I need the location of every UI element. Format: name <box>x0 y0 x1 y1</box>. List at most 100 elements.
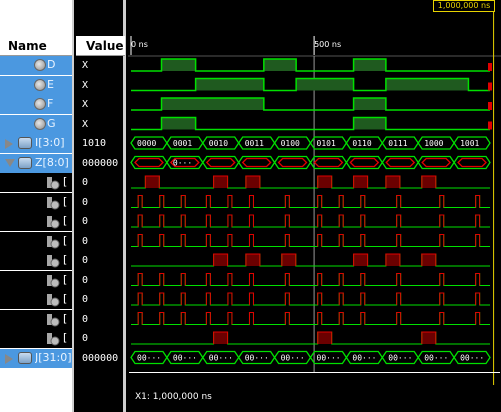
pulse-fill <box>421 176 436 188</box>
pulse-edge <box>248 312 254 325</box>
bit-signal-icon <box>46 175 60 190</box>
expand-triangle-icon[interactable] <box>5 139 13 149</box>
signal-name: [ <box>63 175 68 188</box>
signal-row-5[interactable]: Z[8:0] <box>0 153 72 173</box>
x-bus-marker <box>313 157 344 168</box>
waveform-canvas[interactable]: 0 ns 500 ns 0000 0001 0010 0011 0100 0101 0110 01… <box>128 0 501 412</box>
pulse-fill <box>245 254 260 266</box>
signal-row-6[interactable]: [ <box>0 173 72 192</box>
waveform-6[interactable] <box>131 175 490 189</box>
pulse-edge <box>475 312 481 325</box>
signal-row-13[interactable]: [ <box>0 309 72 329</box>
bus-value-label: 0001 <box>173 139 192 148</box>
bus-value-label: 0101 <box>317 139 336 148</box>
bus-value-label: 00··· <box>424 354 448 363</box>
pulse-edge <box>360 312 366 325</box>
name-column-header[interactable]: Name <box>0 36 72 56</box>
signal-row-10[interactable]: [ <box>0 251 72 270</box>
bus-value-label: 0110 <box>352 139 371 148</box>
pulse-edge <box>205 312 211 325</box>
signal-value: X <box>82 118 89 130</box>
signal-value: 0 <box>82 333 89 344</box>
pulse-edge <box>396 195 402 208</box>
pulse-fill <box>281 254 296 266</box>
signal-icon <box>34 59 46 71</box>
signal-row-1[interactable]: E <box>0 75 72 95</box>
signal-row-7[interactable]: [ <box>0 192 72 212</box>
waveform-0[interactable] <box>131 58 492 72</box>
signal-icon <box>34 98 46 110</box>
waveform-15[interactable]: 00··· 00··· 00··· 00··· 00··· 00··· 00··· 00···… <box>130 350 491 365</box>
bus-value-label: 00··· <box>317 354 341 363</box>
pulse-edge <box>317 195 323 208</box>
collapse-triangle-icon[interactable] <box>5 158 15 167</box>
waveform-4[interactable]: 0000 0001 0010 0011 0100 0101 0110 0111 1000 1001 <box>130 136 491 150</box>
pulse-fill <box>213 332 228 344</box>
pulse-edge <box>137 234 143 247</box>
waveform-7[interactable] <box>131 195 490 208</box>
waveform-10[interactable] <box>131 253 490 267</box>
pulse-edge <box>439 195 445 208</box>
bus-value-label: 0000 <box>137 139 156 148</box>
expand-triangle-icon[interactable] <box>5 353 13 364</box>
signal-value: X <box>82 79 89 91</box>
waveform-9[interactable] <box>131 234 490 247</box>
signal-row-0[interactable]: D <box>0 56 72 75</box>
signal-row-12[interactable]: [ <box>0 290 72 309</box>
signal-row-4[interactable]: I[3:0] <box>0 134 72 153</box>
pulse-fill <box>213 254 228 266</box>
pulse-edge <box>159 214 165 227</box>
signal-value: 0 <box>82 313 89 325</box>
signal-row-11[interactable]: [ <box>0 270 72 290</box>
pulse-fill <box>317 176 332 188</box>
pulse-edge <box>180 214 186 227</box>
waveform-5[interactable]: 0··· <box>130 155 491 170</box>
waveform-2[interactable] <box>131 97 492 111</box>
signal-name: D <box>47 58 56 71</box>
signal-row-15[interactable]: J[31:0] <box>0 348 72 368</box>
pulse-edge <box>317 312 323 325</box>
pulse-edge <box>360 273 366 286</box>
value-column-header[interactable]: Value <box>76 36 125 56</box>
pulse-edge <box>137 214 143 227</box>
pulse-fill <box>385 254 400 266</box>
waveform-8[interactable] <box>131 214 490 228</box>
signal-row-8[interactable]: [ <box>0 212 72 231</box>
signal-row-2[interactable]: F <box>0 95 72 114</box>
bit-signal-icon <box>46 312 60 326</box>
waveform-12[interactable] <box>131 292 490 306</box>
signal-name: E <box>47 77 54 91</box>
bus-value-label: 1000 <box>424 139 443 148</box>
pulse-edge <box>248 195 254 208</box>
signal-row-3[interactable]: G <box>0 114 72 134</box>
pulse-edge <box>159 273 165 286</box>
pulse-fill <box>421 332 436 344</box>
pulse-edge <box>360 234 366 247</box>
waveform-11[interactable] <box>131 273 490 286</box>
signal-row-14[interactable]: [ <box>0 329 72 348</box>
pulse-edge <box>338 195 344 208</box>
pulse-edge <box>180 273 186 286</box>
signal-value: 0 <box>82 235 89 247</box>
x-marker <box>488 102 492 110</box>
pulse-edge <box>159 312 165 325</box>
pulse-edge <box>284 273 290 286</box>
x-bus-marker <box>205 157 236 168</box>
pulse-edge <box>475 195 481 208</box>
pulse-edge <box>338 312 344 325</box>
signal-icon <box>34 78 46 91</box>
pulse-edge <box>205 234 211 247</box>
bus-value-label: 0··· <box>173 159 192 168</box>
waveform-13[interactable] <box>131 312 490 325</box>
status-cursor-time: X1: 1,000,000 ns <box>135 392 212 402</box>
pulse-fill <box>421 254 436 266</box>
waveform-1[interactable] <box>131 77 492 92</box>
waveform-14[interactable] <box>131 331 490 345</box>
signal-name: [ <box>63 311 68 325</box>
signal-row-9[interactable]: [ <box>0 231 72 251</box>
pulse-edge <box>227 195 233 208</box>
high-region <box>161 117 196 130</box>
signal-name: [ <box>63 214 68 227</box>
x-bus-marker <box>134 157 164 168</box>
waveform-3[interactable] <box>131 116 492 131</box>
